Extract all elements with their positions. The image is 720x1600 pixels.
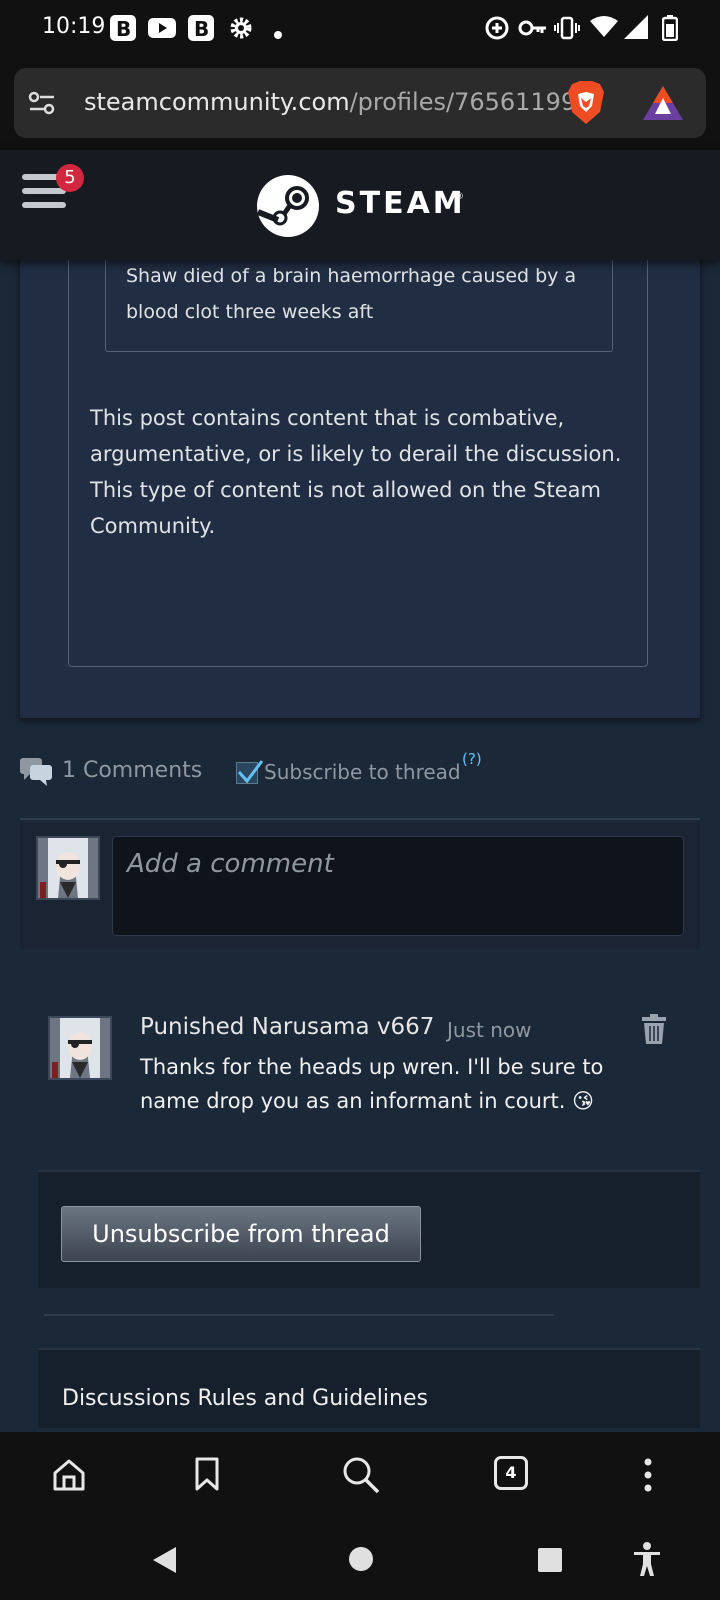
address-bar[interactable]: steamcommunity.com/profiles/76561199 [14,68,706,138]
divider [44,1314,554,1316]
home-icon[interactable] [52,1458,86,1496]
comments-count: 1 Comments [62,758,203,783]
divider [20,818,700,820]
brave-shields-icon[interactable] [566,80,606,130]
b-app-icon: B [188,15,214,45]
trash-icon[interactable] [642,1014,666,1048]
wifi-icon [590,15,618,43]
recents-icon[interactable] [538,1548,564,1578]
browser-toolbar: steamcommunity.com/profiles/76561199 [0,56,720,150]
registered-mark: ® [455,192,464,202]
avatar[interactable] [36,836,100,900]
post-panel: This post contains content that is comba… [20,240,700,718]
comment-timestamp: Just now [447,1018,532,1042]
checkmark-icon [236,758,264,790]
more-menu-icon[interactable] [644,1458,652,1496]
settings-icon [228,15,254,45]
svg-text:B: B [116,17,131,41]
data-saver-icon [484,15,510,45]
subscribe-help-link[interactable]: (?) [462,750,482,768]
unsubscribe-button[interactable]: Unsubscribe from thread [61,1206,421,1262]
home-nav-icon[interactable] [348,1546,374,1576]
comment-input[interactable]: Add a comment [112,836,684,936]
tab-switcher-button[interactable]: 4 [494,1456,528,1490]
dot-icon [274,24,282,43]
bookmark-icon[interactable] [194,1456,220,1496]
notification-badge: 5 [56,164,84,192]
comment-author[interactable]: Punished Narusama v667 [140,1014,434,1040]
moderation-warning: This post contains content that is comba… [90,406,622,538]
battery-icon [661,15,679,45]
back-icon[interactable] [152,1546,178,1578]
url-domain: steamcommunity.com [84,88,350,116]
signal-icon [624,15,648,43]
youtube-icon [148,15,176,45]
site-settings-icon[interactable] [28,89,56,121]
accessibility-icon[interactable] [632,1542,662,1582]
steam-header: 5 STEAM ® [0,150,720,260]
brave-rewards-icon[interactable] [642,84,684,126]
url-path: /profiles/76561199 [349,88,577,116]
system-nav-bar [0,1520,720,1600]
subscribe-label[interactable]: Subscribe to thread [264,760,461,784]
status-bar: 10:19 B B [0,0,720,56]
rules-link[interactable]: Discussions Rules and Guidelines [62,1386,428,1411]
quote-text: Shaw died of a brain haemorrhage caused … [126,265,577,323]
search-icon[interactable] [342,1456,380,1498]
comment-author-avatar[interactable] [48,1016,112,1080]
steam-logo-icon[interactable] [256,174,320,242]
comments-icon [20,756,52,790]
vpn-key-icon [518,15,548,45]
svg-text:B: B [194,17,209,41]
b-app-icon: B [110,15,136,45]
comment-text: Thanks for the heads up wren. I'll be su… [140,1055,604,1113]
status-time: 10:19 [42,14,106,39]
steam-wordmark[interactable]: STEAM [335,186,466,221]
vibrate-icon [554,15,580,45]
url-text[interactable]: steamcommunity.com/profiles/76561199 [84,88,576,116]
browser-bottom-toolbar: 4 [0,1432,720,1520]
